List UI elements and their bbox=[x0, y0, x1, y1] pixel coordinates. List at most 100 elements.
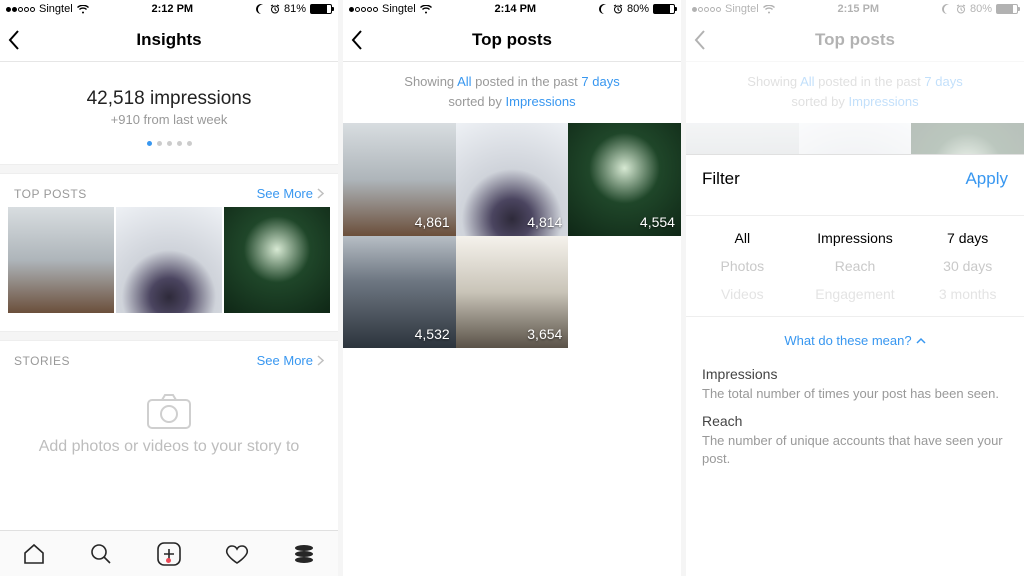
screen-top-posts: Singtel 2:14 PM 80% Top posts Showing Al… bbox=[343, 0, 681, 576]
navbar: Insights bbox=[0, 18, 338, 62]
top-posts-header: TOP POSTS See More bbox=[0, 174, 338, 207]
glossary-def: The number of unique accounts that have … bbox=[702, 432, 1008, 468]
apply-button[interactable]: Apply bbox=[965, 169, 1008, 189]
see-more-link[interactable]: See More bbox=[257, 186, 324, 201]
battery-icon bbox=[653, 4, 675, 14]
moon-icon bbox=[942, 4, 952, 14]
chevron-right-icon bbox=[317, 188, 324, 199]
impressions-delta: +910 from last week bbox=[10, 112, 328, 127]
battery-percent: 81% bbox=[284, 3, 306, 15]
pager-dots bbox=[10, 141, 328, 146]
divider bbox=[0, 164, 338, 174]
back-button[interactable] bbox=[694, 18, 706, 62]
post-count: 3,654 bbox=[527, 326, 562, 342]
signal-dots-icon bbox=[6, 7, 35, 12]
posts-grid: 4,861 4,814 4,554 4,532 3,654 bbox=[343, 123, 681, 348]
picker-option[interactable]: Reach bbox=[799, 252, 912, 280]
carrier-label: Singtel bbox=[39, 3, 73, 15]
alarm-icon bbox=[270, 4, 280, 14]
heart-icon bbox=[225, 542, 249, 566]
picker-wheels[interactable]: All Photos Videos Impressions Reach Enga… bbox=[686, 215, 1024, 317]
post-count: 4,554 bbox=[640, 214, 675, 230]
picker-option[interactable]: 7 days bbox=[911, 224, 1024, 252]
signal-dots-icon bbox=[349, 7, 378, 12]
stories-header: STORIES See More bbox=[0, 341, 338, 374]
moon-icon bbox=[599, 4, 609, 14]
impressions-card[interactable]: 42,518 impressions +910 from last week bbox=[0, 62, 338, 164]
post-thumb[interactable] bbox=[116, 207, 222, 313]
chevron-left-icon bbox=[8, 30, 20, 50]
glossary: Impressions The total number of times yo… bbox=[686, 358, 1024, 479]
section-label: STORIES bbox=[14, 354, 70, 368]
picker-option[interactable]: Engagement bbox=[799, 280, 912, 308]
picker-option[interactable]: All bbox=[686, 224, 799, 252]
battery-icon bbox=[996, 4, 1018, 14]
status-bar: Singtel 2:14 PM 80% bbox=[343, 0, 681, 18]
see-more-link[interactable]: See More bbox=[257, 353, 324, 368]
glossary-term: Impressions bbox=[702, 366, 1008, 382]
screen-filter-sheet: Singtel 2:15 PM 80% Top posts Showing Al… bbox=[686, 0, 1024, 576]
post-thumb[interactable]: 4,814 bbox=[456, 123, 569, 236]
top-posts-thumbs bbox=[0, 207, 338, 331]
filter-type-link: All bbox=[457, 74, 471, 89]
back-button[interactable] bbox=[8, 18, 20, 62]
navbar: Top posts bbox=[686, 18, 1024, 62]
post-thumb[interactable] bbox=[8, 207, 114, 313]
filter-sheet-header: Filter Apply bbox=[686, 155, 1024, 203]
tab-home[interactable] bbox=[22, 542, 46, 566]
alarm-icon bbox=[956, 4, 966, 14]
section-label: TOP POSTS bbox=[14, 187, 87, 201]
chevron-up-icon bbox=[916, 337, 926, 344]
clock-label: 2:12 PM bbox=[152, 3, 194, 15]
post-thumb[interactable] bbox=[224, 207, 330, 313]
status-bar: Singtel 2:15 PM 80% bbox=[686, 0, 1024, 18]
battery-percent: 80% bbox=[970, 3, 992, 15]
picker-type[interactable]: All Photos Videos bbox=[686, 216, 799, 316]
picker-option[interactable]: 3 months bbox=[911, 280, 1024, 308]
tab-profile[interactable] bbox=[292, 542, 316, 566]
picker-option[interactable]: Impressions bbox=[799, 224, 912, 252]
impressions-value: 42,518 impressions bbox=[10, 88, 328, 110]
battery-percent: 80% bbox=[627, 3, 649, 15]
filter-title: Filter bbox=[702, 169, 740, 189]
wifi-icon bbox=[77, 5, 89, 14]
filter-sort-link: Impressions bbox=[506, 94, 576, 109]
plus-square-icon bbox=[156, 541, 182, 567]
post-thumb[interactable]: 3,654 bbox=[456, 236, 569, 349]
moon-icon bbox=[256, 4, 266, 14]
search-icon bbox=[89, 542, 113, 566]
navbar: Top posts bbox=[343, 18, 681, 62]
alarm-icon bbox=[613, 4, 623, 14]
home-icon bbox=[22, 542, 46, 566]
picker-metric[interactable]: Impressions Reach Engagement bbox=[799, 216, 912, 316]
picker-option[interactable]: Photos bbox=[686, 252, 799, 280]
page-title: Top posts bbox=[472, 30, 552, 50]
tab-create[interactable] bbox=[156, 541, 182, 567]
chevron-right-icon bbox=[317, 355, 324, 366]
clock-label: 2:14 PM bbox=[495, 3, 537, 15]
glossary-term: Reach bbox=[702, 413, 1008, 429]
wifi-icon bbox=[763, 5, 775, 14]
tab-search[interactable] bbox=[89, 542, 113, 566]
carrier-label: Singtel bbox=[382, 3, 416, 15]
post-thumb[interactable]: 4,861 bbox=[343, 123, 456, 236]
tab-activity[interactable] bbox=[225, 542, 249, 566]
signal-dots-icon bbox=[692, 7, 721, 12]
back-button[interactable] bbox=[351, 18, 363, 62]
post-count: 4,532 bbox=[415, 326, 450, 342]
filter-summary[interactable]: Showing All posted in the past 7 days so… bbox=[343, 62, 681, 123]
battery-icon bbox=[310, 4, 332, 14]
picker-option[interactable]: 30 days bbox=[911, 252, 1024, 280]
picker-period[interactable]: 7 days 30 days 3 months bbox=[911, 216, 1024, 316]
filter-sheet: Filter Apply All Photos Videos Impressio… bbox=[686, 154, 1024, 576]
screen-insights: Singtel 2:12 PM 81% Insights 42,518 impr… bbox=[0, 0, 338, 576]
post-count: 4,861 bbox=[415, 214, 450, 230]
picker-option[interactable]: Videos bbox=[686, 280, 799, 308]
post-thumb[interactable]: 4,554 bbox=[568, 123, 681, 236]
page-title: Insights bbox=[136, 30, 201, 50]
divider bbox=[0, 331, 338, 341]
help-link[interactable]: What do these mean? bbox=[686, 317, 1024, 358]
post-thumb[interactable]: 4,532 bbox=[343, 236, 456, 349]
camera-icon bbox=[146, 392, 192, 430]
clock-label: 2:15 PM bbox=[838, 3, 880, 15]
